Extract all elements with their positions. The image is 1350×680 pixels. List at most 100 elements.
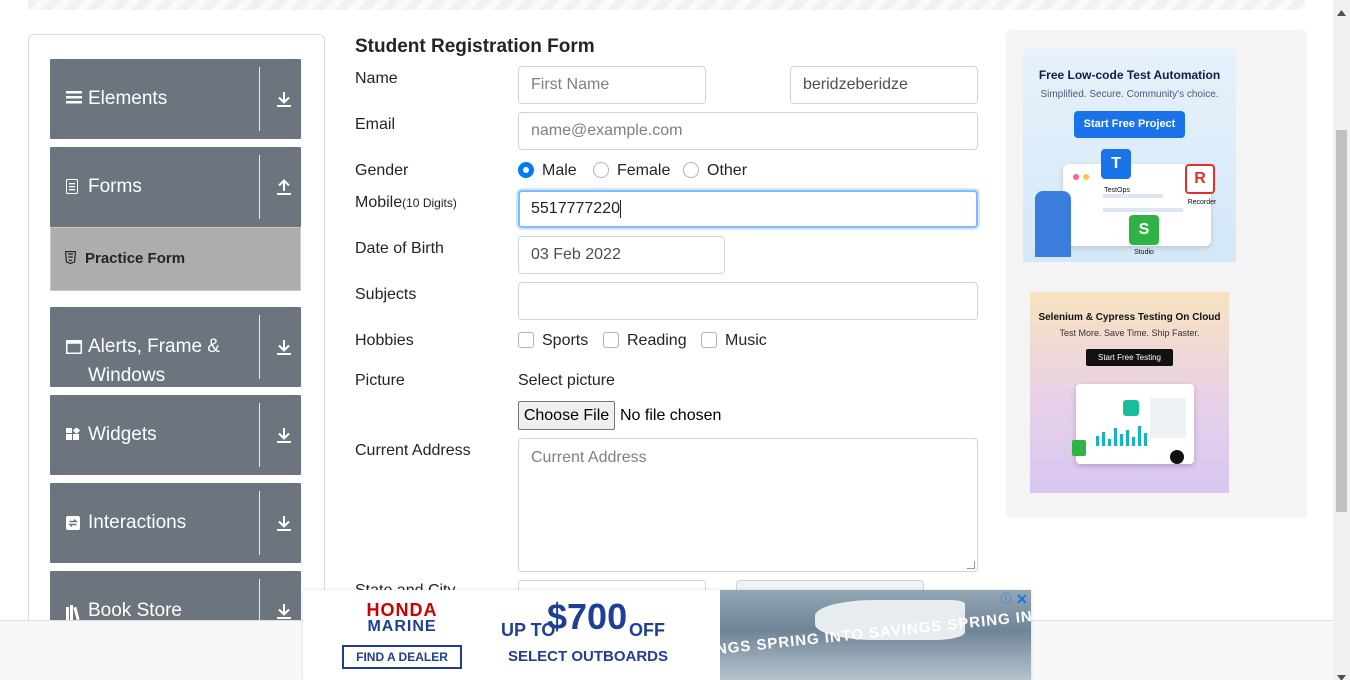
ad-cta-button[interactable]: Start Free Testing	[1086, 349, 1173, 366]
current-address-textarea[interactable]: Current Address	[518, 438, 978, 572]
sidebar-group-label: Widgets	[88, 424, 157, 445]
hobby-option-label[interactable]: Sports	[542, 332, 588, 350]
interactions-icon	[66, 516, 80, 535]
robot-arm-icon	[1035, 191, 1071, 257]
down-arrow-icon[interactable]	[276, 426, 292, 444]
dob-input[interactable]: 03 Feb 2022	[518, 236, 725, 274]
hobbies-label: Hobbies	[355, 332, 414, 349]
email-input[interactable]: name@example.com	[518, 112, 978, 150]
last-name-input[interactable]: beridzeberidze	[790, 66, 978, 104]
mobile-label: Mobile(10 Digits)	[355, 194, 457, 212]
sidebar-group-forms[interactable]: Forms	[50, 147, 301, 227]
studio-icon: S	[1129, 215, 1159, 245]
hobby-checkbox-sports[interactable]	[518, 332, 534, 348]
document-icon	[66, 179, 78, 199]
select-picture-label: Select picture	[518, 372, 615, 389]
down-arrow-icon[interactable]	[276, 514, 292, 532]
subjects-input[interactable]	[518, 282, 978, 320]
window-icon	[66, 340, 82, 359]
offer-suffix: OFF	[629, 620, 665, 640]
selenium-icon	[1072, 440, 1086, 456]
offer-line2: SELECT OUTBOARDS	[508, 648, 669, 665]
page: Elements Forms Practice Form Alerts, Fra…	[0, 0, 1350, 680]
ad-close-icon[interactable]: ✕	[1015, 592, 1029, 606]
sidebar-group-label: Elements	[88, 88, 168, 109]
widgets-icon	[66, 426, 81, 447]
sidebar-group-alerts[interactable]: Alerts, Frame & Windows	[50, 307, 301, 387]
sidebar-group-interactions[interactable]: Interactions	[50, 483, 301, 563]
hobby-option-label[interactable]: Reading	[627, 332, 687, 350]
ad-title: Selenium & Cypress Testing On Cloud	[1038, 312, 1221, 323]
scroll-up-icon[interactable]	[1337, 3, 1346, 21]
page-scrollbar[interactable]	[1333, 0, 1350, 680]
down-arrow-icon[interactable]	[276, 90, 292, 108]
scroll-down-icon[interactable]	[1337, 668, 1346, 680]
placeholder-line	[1103, 194, 1163, 198]
menu-icon	[66, 90, 82, 109]
gender-option-label[interactable]: Female	[617, 162, 670, 180]
ad-low-code-automation[interactable]: Free Low-code Test Automation Simplified…	[1023, 49, 1236, 262]
mobile-input[interactable]: 5517777220	[518, 190, 978, 228]
dob-label: Date of Birth	[355, 240, 444, 257]
top-banner	[28, 0, 1305, 10]
html5-icon	[64, 250, 77, 267]
divider	[259, 491, 260, 555]
product-label: Studio	[1134, 249, 1154, 256]
name-label: Name	[355, 70, 398, 87]
address-placeholder: Current Address	[531, 449, 647, 466]
sidebar-item-label: Practice Form	[85, 250, 186, 267]
email-label: Email	[355, 116, 396, 133]
first-name-input[interactable]: First Name	[518, 66, 706, 104]
product-label: TestOps	[1104, 187, 1130, 194]
mobile-hint: (10 Digits)	[402, 196, 457, 210]
dot-icon	[1073, 174, 1079, 180]
gender-option-label[interactable]: Male	[542, 162, 577, 180]
address-label: Current Address	[355, 442, 471, 459]
ad-honda-marine[interactable]: HONDA MARINE FIND A DEALER UP TO $700 OF…	[303, 590, 1031, 680]
gender-radio-female[interactable]	[593, 162, 609, 178]
ad-subtitle: Simplified. Secure. Community's choice.	[1040, 89, 1219, 100]
hobby-checkbox-music[interactable]	[701, 332, 717, 348]
divider	[259, 315, 260, 379]
mobile-value: 5517777220	[531, 200, 620, 217]
gender-option-label[interactable]: Other	[707, 162, 747, 180]
ad-cta-button[interactable]: Start Free Project	[1074, 111, 1185, 138]
offer-amount: $700	[547, 596, 628, 637]
up-arrow-icon[interactable]	[276, 178, 292, 196]
placeholder-line	[1103, 208, 1183, 212]
recorder-icon: R	[1185, 164, 1215, 194]
resize-handle[interactable]	[967, 561, 975, 569]
testops-icon: T	[1101, 149, 1131, 179]
gender-radio-other[interactable]	[683, 162, 699, 178]
file-status: No file chosen	[620, 407, 722, 424]
ad-title: Free Low-code Test Automation	[1038, 68, 1221, 82]
divider	[259, 67, 260, 131]
subjects-label: Subjects	[355, 286, 417, 303]
brand-bottom: MARINE	[367, 618, 437, 635]
boat-photo: INGS SPRING INTO SAVINGS SPRING IN	[720, 590, 1031, 680]
text-cursor	[619, 199, 621, 218]
down-arrow-icon[interactable]	[276, 602, 292, 620]
scrollbar-thumb[interactable]	[1336, 130, 1347, 512]
gender-radio-male[interactable]	[518, 162, 534, 178]
hobby-checkbox-reading[interactable]	[603, 332, 619, 348]
picture-label: Picture	[355, 372, 405, 389]
hobby-option-label[interactable]: Music	[725, 332, 767, 350]
down-arrow-icon[interactable]	[276, 338, 292, 356]
ad-info-icon[interactable]: ⓘ	[999, 592, 1013, 606]
lambdatest-icon	[1123, 400, 1139, 416]
gender-label: Gender	[355, 162, 409, 179]
sidebar-group-elements[interactable]: Elements	[50, 59, 301, 139]
ad-selenium-cypress[interactable]: Selenium & Cypress Testing On Cloud Test…	[1030, 292, 1229, 493]
sidebar-item-practice-form[interactable]: Practice Form	[50, 227, 301, 291]
find-dealer-button[interactable]: FIND A DEALER	[342, 645, 462, 669]
choose-file-button[interactable]: Choose File	[518, 401, 615, 430]
divider	[259, 403, 260, 467]
mobile-label-text: Mobile	[355, 194, 403, 211]
divider	[259, 155, 260, 219]
sidebar-group-label: Interactions	[88, 512, 187, 533]
cypress-icon	[1170, 450, 1184, 464]
sidebar-group-label: Alerts, Frame & Windows	[88, 336, 220, 386]
sidebar-group-widgets[interactable]: Widgets	[50, 395, 301, 475]
product-label: Recorder	[1187, 199, 1217, 206]
